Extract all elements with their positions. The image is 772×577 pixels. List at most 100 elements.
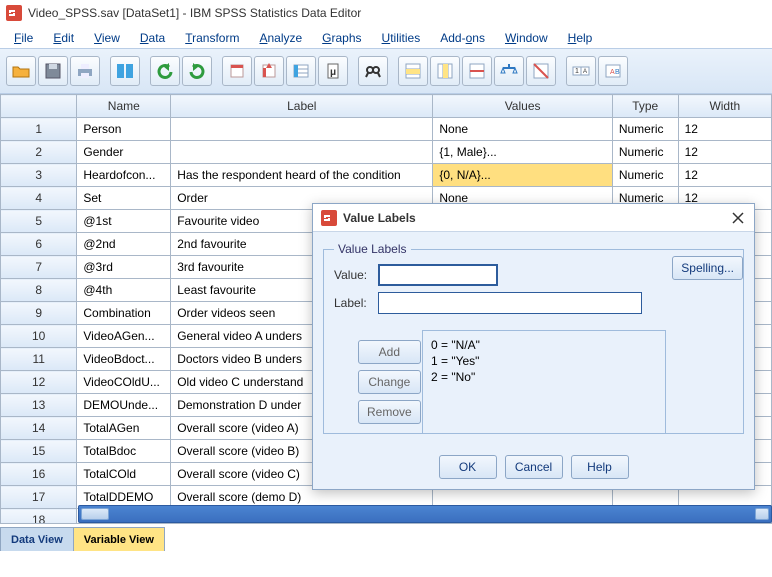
menu-file[interactable]: File: [4, 29, 43, 47]
row-header[interactable]: 5: [1, 210, 77, 233]
value-label-item[interactable]: 0 = "N/A": [431, 337, 657, 353]
variables-button[interactable]: [286, 56, 316, 86]
insert-variable-button[interactable]: [430, 56, 460, 86]
cell-name[interactable]: @1st: [77, 210, 171, 233]
row-header[interactable]: 9: [1, 302, 77, 325]
header-label[interactable]: Label: [171, 95, 433, 118]
cell-width[interactable]: 12: [678, 141, 771, 164]
run-button[interactable]: μ: [318, 56, 348, 86]
header-width[interactable]: Width: [678, 95, 771, 118]
cell-name[interactable]: Heardofcon...: [77, 164, 171, 187]
menu-edit[interactable]: Edit: [43, 29, 84, 47]
change-button[interactable]: Change: [358, 370, 421, 394]
ok-button[interactable]: OK: [439, 455, 497, 479]
row-header[interactable]: 13: [1, 394, 77, 417]
row-header[interactable]: 10: [1, 325, 77, 348]
header-type[interactable]: Type: [612, 95, 678, 118]
cell-type[interactable]: Numeric: [612, 141, 678, 164]
print-button[interactable]: [70, 56, 100, 86]
menu-view[interactable]: View: [84, 29, 130, 47]
menu-addons[interactable]: Add-ons: [430, 29, 495, 47]
cell-name[interactable]: VideoCOldU...: [77, 371, 171, 394]
cell-values[interactable]: {1, Male}...: [433, 141, 612, 164]
cell-name[interactable]: @2nd: [77, 233, 171, 256]
row-header[interactable]: 8: [1, 279, 77, 302]
row-header[interactable]: 16: [1, 463, 77, 486]
cell-name[interactable]: Set: [77, 187, 171, 210]
header-values[interactable]: Values: [433, 95, 612, 118]
cell-name[interactable]: VideoBdoct...: [77, 348, 171, 371]
insert-cases-button[interactable]: [398, 56, 428, 86]
cell-width[interactable]: 12: [678, 118, 771, 141]
cell-name[interactable]: TotalAGen: [77, 417, 171, 440]
redo-button[interactable]: [182, 56, 212, 86]
weight-cases-button[interactable]: [494, 56, 524, 86]
value-label-item[interactable]: 2 = "No": [431, 369, 657, 385]
row-header[interactable]: 2: [1, 141, 77, 164]
cell-name[interactable]: VideoAGen...: [77, 325, 171, 348]
row-header[interactable]: 4: [1, 187, 77, 210]
menu-help[interactable]: Help: [558, 29, 603, 47]
header-name[interactable]: Name: [77, 95, 171, 118]
find-button[interactable]: [358, 56, 388, 86]
cell-type[interactable]: Numeric: [612, 164, 678, 187]
cancel-button[interactable]: Cancel: [505, 455, 563, 479]
save-button[interactable]: [38, 56, 68, 86]
value-input[interactable]: [378, 264, 498, 286]
goto-case-button[interactable]: [222, 56, 252, 86]
scrollbar-right-arrow[interactable]: [755, 508, 769, 520]
horizontal-scrollbar[interactable]: [78, 505, 772, 523]
cell-width[interactable]: 12: [678, 164, 771, 187]
cell-values[interactable]: {0, N/A}...: [433, 164, 612, 187]
goto-variable-button[interactable]: [254, 56, 284, 86]
row-header[interactable]: 7: [1, 256, 77, 279]
menu-analyze[interactable]: Analyze: [249, 29, 312, 47]
value-labels-list[interactable]: 0 = "N/A"1 = "Yes"2 = "No": [422, 330, 666, 434]
select-cases-button[interactable]: [526, 56, 556, 86]
dialog-close-button[interactable]: [730, 210, 746, 226]
cell-name[interactable]: Gender: [77, 141, 171, 164]
cell-values[interactable]: None: [433, 118, 612, 141]
value-label-item[interactable]: 1 = "Yes": [431, 353, 657, 369]
menu-data[interactable]: Data: [130, 29, 175, 47]
row-header[interactable]: 18: [1, 509, 77, 524]
cell-type[interactable]: Numeric: [612, 118, 678, 141]
split-file-button[interactable]: [462, 56, 492, 86]
use-sets-button[interactable]: AB: [598, 56, 628, 86]
cell-name[interactable]: Person: [77, 118, 171, 141]
row-header[interactable]: 3: [1, 164, 77, 187]
cell-label[interactable]: [171, 118, 433, 141]
add-button[interactable]: Add: [358, 340, 421, 364]
open-button[interactable]: [6, 56, 36, 86]
menu-graphs[interactable]: Graphs: [312, 29, 371, 47]
remove-button[interactable]: Remove: [358, 400, 421, 424]
row-header[interactable]: 17: [1, 486, 77, 509]
cell-name[interactable]: TotalCOld: [77, 463, 171, 486]
row-header[interactable]: 11: [1, 348, 77, 371]
row-header[interactable]: 15: [1, 440, 77, 463]
spelling-button[interactable]: Spelling...: [672, 256, 743, 280]
row-header[interactable]: 1: [1, 118, 77, 141]
cell-label[interactable]: [171, 141, 433, 164]
tab-data-view[interactable]: Data View: [0, 527, 74, 551]
cell-label[interactable]: Has the respondent heard of the conditio…: [171, 164, 433, 187]
label-input[interactable]: [378, 292, 642, 314]
tab-variable-view[interactable]: Variable View: [73, 527, 165, 551]
cell-name[interactable]: @4th: [77, 279, 171, 302]
cell-name[interactable]: @3rd: [77, 256, 171, 279]
help-button[interactable]: Help: [571, 455, 629, 479]
scrollbar-thumb[interactable]: [81, 508, 109, 520]
menu-utilities[interactable]: Utilities: [372, 29, 431, 47]
menu-transform[interactable]: Transform: [175, 29, 249, 47]
undo-button[interactable]: [150, 56, 180, 86]
cell-name[interactable]: Combination: [77, 302, 171, 325]
row-header[interactable]: 6: [1, 233, 77, 256]
row-header[interactable]: 12: [1, 371, 77, 394]
cell-name[interactable]: DEMOUnde...: [77, 394, 171, 417]
value-labels-button[interactable]: 1A: [566, 56, 596, 86]
row-header[interactable]: 14: [1, 417, 77, 440]
cell-name[interactable]: TotalBdoc: [77, 440, 171, 463]
menu-window[interactable]: Window: [495, 29, 558, 47]
recall-dialog-button[interactable]: [110, 56, 140, 86]
dialog-titlebar[interactable]: Value Labels: [313, 204, 754, 232]
